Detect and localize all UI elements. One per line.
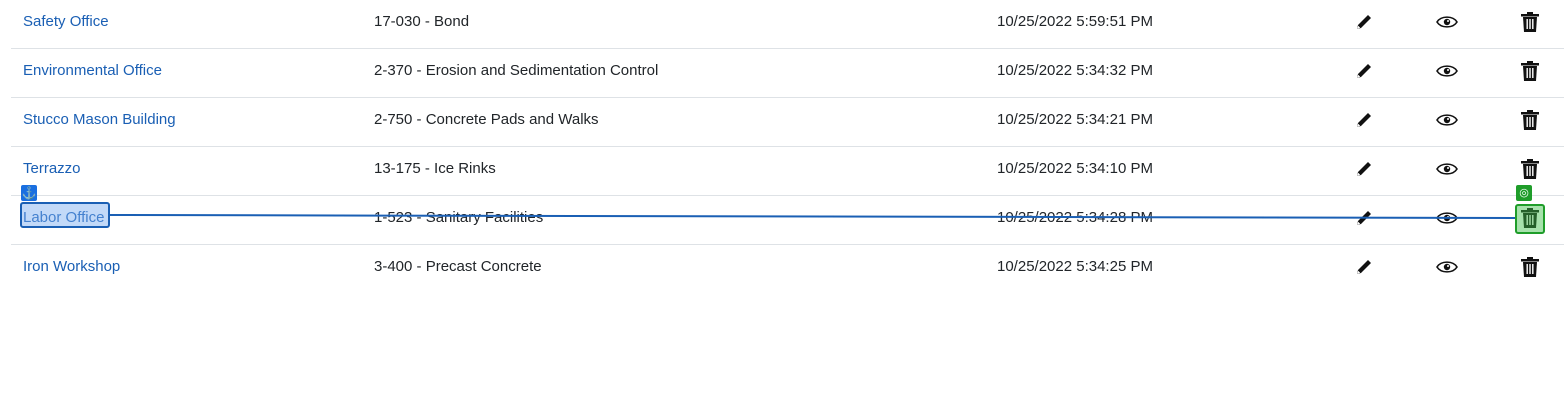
record-code: 13-175 - Ice Rinks [374, 160, 496, 177]
table-row: Safety Office 17-030 - Bond 10/25/2022 5… [11, 0, 1564, 49]
record-code: 1-523 - Sanitary Facilities [374, 209, 544, 226]
trash-icon[interactable] [1518, 255, 1542, 279]
table-row: Stucco Mason Building 2-750 - Concrete P… [11, 98, 1564, 147]
trash-icon[interactable] [1518, 108, 1542, 132]
record-date: 10/25/2022 5:34:25 PM [997, 258, 1153, 275]
pencil-icon[interactable] [1352, 108, 1376, 132]
trash-icon[interactable] [1518, 10, 1542, 34]
anchor-highlight-box [20, 202, 110, 228]
pencil-icon[interactable] [1352, 206, 1376, 230]
pencil-icon[interactable] [1352, 157, 1376, 181]
anchor-icon: ⚓ [21, 185, 37, 201]
record-code: 2-750 - Concrete Pads and Walks [374, 111, 599, 128]
record-date: 10/25/2022 5:34:32 PM [997, 62, 1153, 79]
record-date: 10/25/2022 5:59:51 PM [997, 13, 1153, 30]
record-name-link[interactable]: Environmental Office [23, 49, 162, 97]
pencil-icon[interactable] [1352, 10, 1376, 34]
record-code: 17-030 - Bond [374, 13, 470, 30]
record-name-link[interactable]: Stucco Mason Building [23, 98, 176, 146]
record-date: 10/25/2022 5:34:21 PM [997, 111, 1153, 128]
table-row: Environmental Office 2-370 - Erosion and… [11, 49, 1564, 98]
trash-icon[interactable] [1518, 157, 1542, 181]
pencil-icon[interactable] [1352, 59, 1376, 83]
target-icon: ◎ [1516, 185, 1532, 201]
record-name-link[interactable]: Iron Workshop [23, 245, 120, 293]
eye-icon[interactable] [1435, 255, 1459, 279]
eye-icon[interactable] [1435, 59, 1459, 83]
table-row: Iron Workshop 3-400 - Precast Concrete 1… [11, 245, 1564, 294]
record-code: 3-400 - Precast Concrete [374, 258, 542, 275]
records-table: Safety Office 17-030 - Bond 10/25/2022 5… [11, 0, 1564, 294]
record-name-link[interactable]: Safety Office [23, 0, 109, 48]
trash-icon[interactable] [1518, 59, 1542, 83]
record-code: 2-370 - Erosion and Sedimentation Contro… [374, 62, 659, 79]
record-date: 10/25/2022 5:34:10 PM [997, 160, 1153, 177]
pencil-icon[interactable] [1352, 255, 1376, 279]
table-row: Labor Office 1-523 - Sanitary Facilities… [11, 196, 1564, 245]
target-highlight-box [1515, 204, 1545, 234]
eye-icon[interactable] [1435, 10, 1459, 34]
table-row: Terrazzo 13-175 - Ice Rinks 10/25/2022 5… [11, 147, 1564, 196]
record-date: 10/25/2022 5:34:28 PM [997, 209, 1153, 226]
eye-icon[interactable] [1435, 108, 1459, 132]
eye-icon[interactable] [1435, 157, 1459, 181]
eye-icon[interactable] [1435, 206, 1459, 230]
